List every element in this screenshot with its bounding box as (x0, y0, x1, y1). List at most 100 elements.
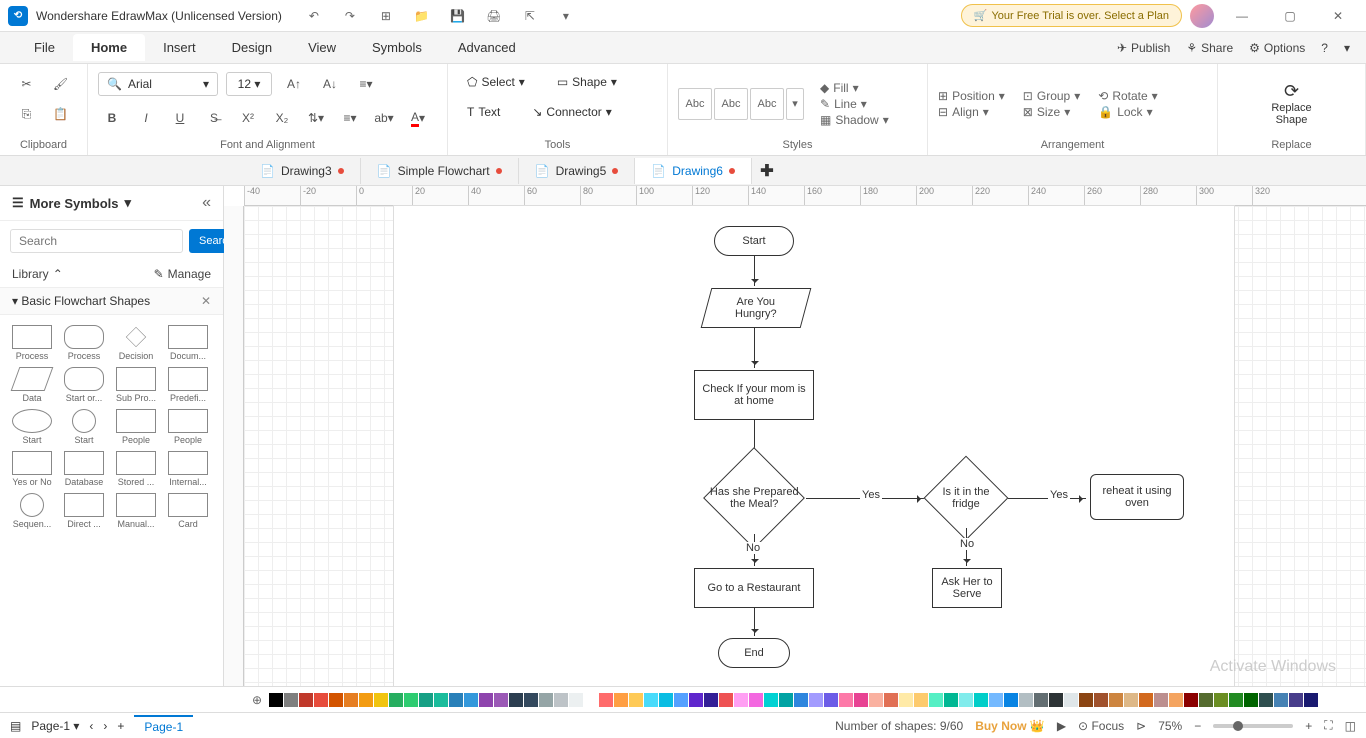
cut-icon[interactable]: ✂ (13, 70, 41, 98)
fit-page-icon[interactable]: ⛶ (1324, 718, 1332, 733)
bold-icon[interactable]: B (98, 104, 126, 132)
buy-now-link[interactable]: Buy Now 👑 (975, 719, 1045, 733)
line-spacing-icon[interactable]: ⇅▾ (302, 104, 330, 132)
presentation-icon[interactable]: ▶ (1057, 719, 1066, 733)
shape-manual-[interactable]: Manual... (112, 493, 160, 529)
color-swatch[interactable] (314, 693, 328, 707)
add-tab-button[interactable]: ✚ (752, 161, 782, 181)
color-swatch[interactable] (1169, 693, 1183, 707)
menu-file[interactable]: File (16, 34, 73, 61)
shape-decision[interactable]: Decision (112, 325, 160, 361)
shape-process[interactable]: Process (8, 325, 56, 361)
color-swatch[interactable] (1199, 693, 1213, 707)
style-preset-2[interactable]: Abc (714, 88, 748, 120)
color-swatch[interactable] (1124, 693, 1138, 707)
zoom-in-icon[interactable]: + (1305, 719, 1312, 733)
shape-internal-[interactable]: Internal... (164, 451, 212, 487)
undo-icon[interactable]: ↶ (302, 4, 326, 28)
color-swatch[interactable] (539, 693, 553, 707)
shape-card[interactable]: Card (164, 493, 212, 529)
minimize-button[interactable]: — (1222, 2, 1262, 30)
color-swatch[interactable] (599, 693, 613, 707)
color-swatch[interactable] (1049, 693, 1063, 707)
style-gallery[interactable]: Abc Abc Abc ▾ (678, 88, 804, 120)
color-swatch[interactable] (1214, 693, 1228, 707)
lock-button[interactable]: 🔒 Lock▾ (1098, 105, 1157, 119)
shape-start[interactable]: Start (60, 409, 108, 445)
color-swatch[interactable] (1229, 693, 1243, 707)
symbol-search-input[interactable] (10, 229, 183, 253)
tab-drawing6[interactable]: 📄 Drawing6 (635, 158, 752, 184)
color-swatch[interactable] (284, 693, 298, 707)
color-swatch[interactable] (1034, 693, 1048, 707)
close-button[interactable]: ✕ (1318, 2, 1358, 30)
color-swatch[interactable] (614, 693, 628, 707)
layout-icon[interactable]: ▤ (10, 719, 21, 733)
color-swatch[interactable] (929, 693, 943, 707)
collapse-ribbon-icon[interactable]: ▾ (1344, 41, 1350, 55)
color-swatch[interactable] (899, 693, 913, 707)
size-button[interactable]: ⊠ Size▾ (1023, 105, 1080, 119)
menu-symbols[interactable]: Symbols (354, 34, 440, 61)
color-swatch[interactable] (434, 693, 448, 707)
color-swatch[interactable] (719, 693, 733, 707)
redo-icon[interactable]: ↷ (338, 4, 362, 28)
underline-icon[interactable]: U (166, 104, 194, 132)
shape-sub-pro-[interactable]: Sub Pro... (112, 367, 160, 403)
color-swatch[interactable] (449, 693, 463, 707)
highlight-icon[interactable]: ab▾ (370, 104, 398, 132)
color-swatch[interactable] (764, 693, 778, 707)
color-swatch[interactable] (329, 693, 343, 707)
node-start[interactable]: Start (714, 226, 794, 256)
collapse-sidebar-icon[interactable]: « (202, 194, 211, 212)
help-icon[interactable]: ? (1321, 41, 1328, 55)
color-swatch[interactable] (989, 693, 1003, 707)
share-button[interactable]: ⚘ Share (1186, 41, 1233, 55)
menu-home[interactable]: Home (73, 34, 145, 61)
color-swatch[interactable] (1004, 693, 1018, 707)
color-swatch[interactable] (914, 693, 928, 707)
color-swatch[interactable] (344, 693, 358, 707)
superscript-icon[interactable]: X² (234, 104, 262, 132)
tab-drawing3[interactable]: 📄 Drawing3 (244, 158, 361, 184)
color-swatch[interactable] (809, 693, 823, 707)
library-link[interactable]: Library ⌃ (12, 267, 63, 281)
color-swatch[interactable] (659, 693, 673, 707)
color-swatch[interactable] (554, 693, 568, 707)
zoom-slider[interactable] (1213, 724, 1293, 728)
export-icon[interactable]: ⇱ (518, 4, 542, 28)
color-swatch[interactable] (689, 693, 703, 707)
shadow-button[interactable]: ▦ Shadow▾ (820, 113, 889, 127)
shape-predefi-[interactable]: Predefi... (164, 367, 212, 403)
fill-button[interactable]: ◆ Fill▾ (820, 81, 889, 95)
color-swatch[interactable] (734, 693, 748, 707)
color-swatch[interactable] (974, 693, 988, 707)
shape-people[interactable]: People (112, 409, 160, 445)
fullscreen-icon[interactable]: ◫ (1345, 719, 1356, 733)
options-button[interactable]: ⚙ Options (1249, 41, 1305, 55)
canvas[interactable]: Start Are You Hungry? Check If your mom … (244, 206, 1366, 686)
color-swatch[interactable] (1244, 693, 1258, 707)
shape-direct-[interactable]: Direct ... (60, 493, 108, 529)
color-swatch[interactable] (1079, 693, 1093, 707)
color-swatch[interactable] (479, 693, 493, 707)
color-swatch[interactable] (704, 693, 718, 707)
shape-yes-or-no[interactable]: Yes or No (8, 451, 56, 487)
align-button[interactable]: ⊟ Align▾ (938, 105, 1005, 119)
color-swatch[interactable] (524, 693, 538, 707)
page-select[interactable]: Page-1 ▾ (31, 719, 79, 733)
node-restaurant[interactable]: Go to a Restaurant (694, 568, 814, 608)
color-swatch[interactable] (959, 693, 973, 707)
shape-stored-[interactable]: Stored ... (112, 451, 160, 487)
color-swatch[interactable] (1274, 693, 1288, 707)
color-swatch[interactable] (569, 693, 583, 707)
style-preset-3[interactable]: Abc (750, 88, 784, 120)
new-icon[interactable]: ⊞ (374, 4, 398, 28)
shape-people[interactable]: People (164, 409, 212, 445)
add-page-icon[interactable]: + (117, 719, 124, 733)
color-swatch[interactable] (1304, 693, 1318, 707)
menu-design[interactable]: Design (214, 34, 290, 61)
maximize-button[interactable]: ▢ (1270, 2, 1310, 30)
color-swatch[interactable] (824, 693, 838, 707)
color-swatch[interactable] (389, 693, 403, 707)
